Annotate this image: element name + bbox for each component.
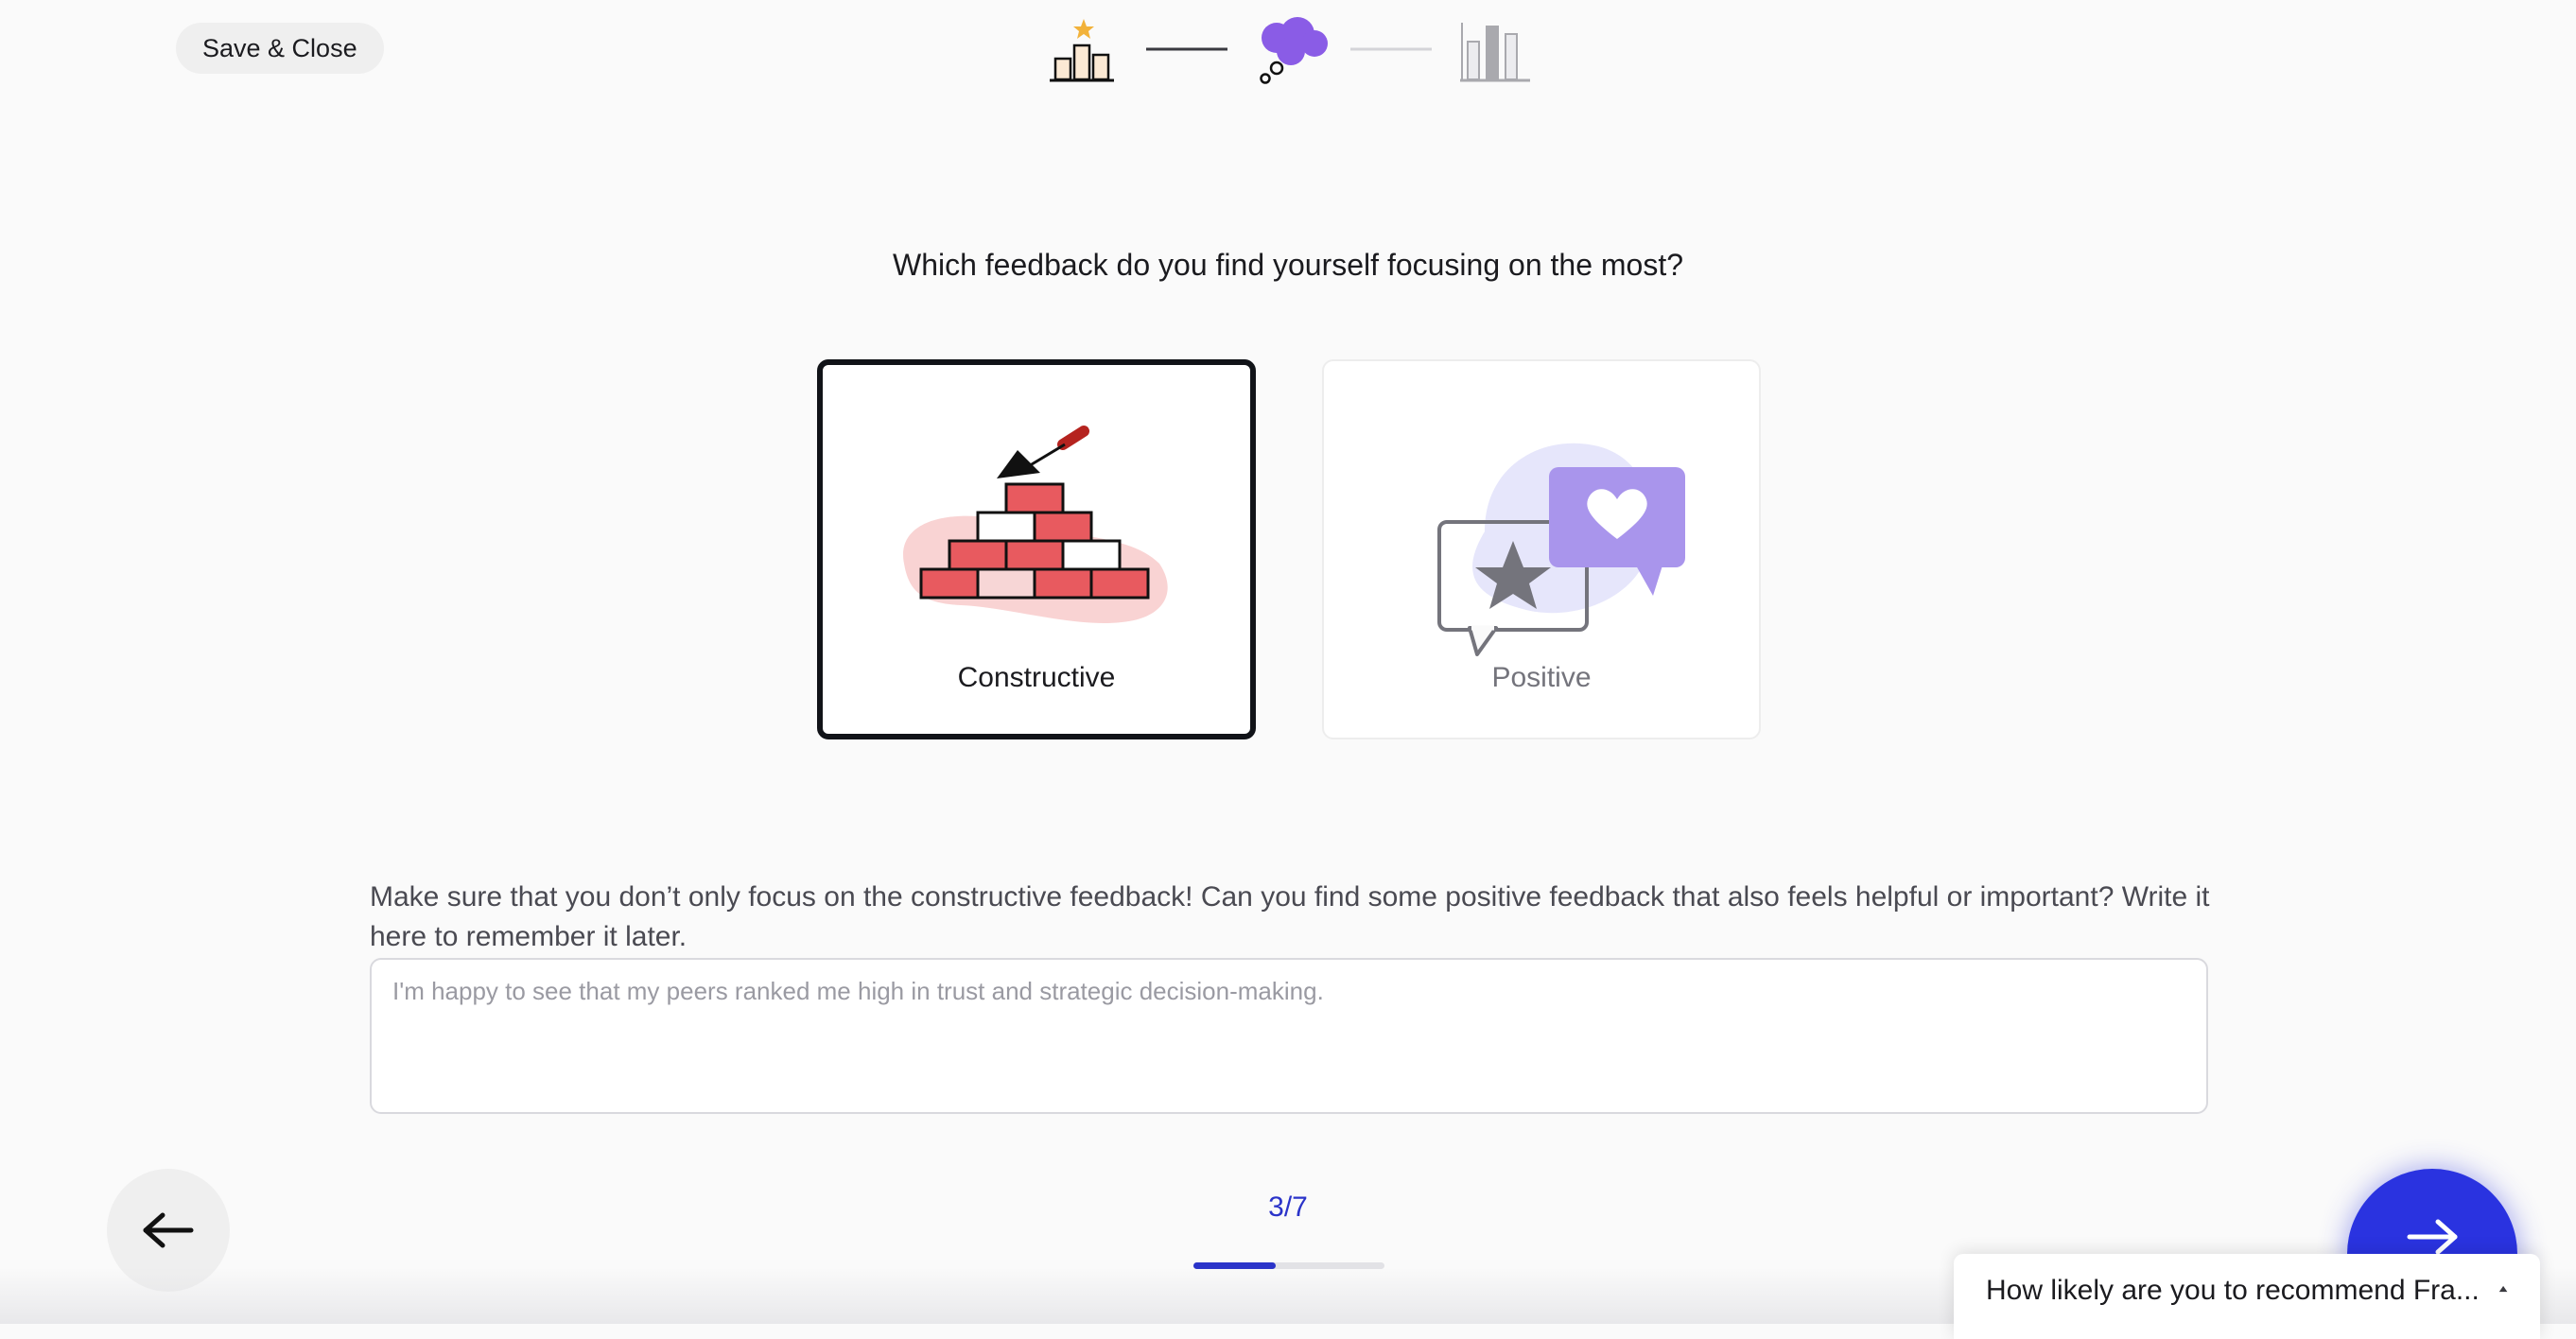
option-constructive-card[interactable]: Constructive <box>817 359 1256 739</box>
option-positive-card[interactable]: Positive <box>1322 359 1761 739</box>
thought-cloud-icon <box>1260 17 1328 84</box>
chat-bubbles-star-heart-icon <box>1324 399 1759 664</box>
survey-prompt: How likely are you to recommend Fra... <box>1986 1275 2480 1306</box>
feedback-note-input[interactable] <box>370 958 2208 1114</box>
brick-wall-trowel-icon <box>823 403 1250 668</box>
page-counter: 3/7 <box>1268 1191 1308 1223</box>
option-label: Constructive <box>957 662 1116 693</box>
arrow-left-icon <box>143 1212 194 1248</box>
option-label: Positive <box>1491 662 1592 693</box>
save-close-button[interactable]: Save & Close <box>176 23 384 74</box>
question-text: Which feedback do you find yourself focu… <box>892 248 1684 282</box>
step-indicator <box>1050 13 1541 89</box>
progress-bar-fill <box>1193 1262 1276 1269</box>
progress-bar <box>1193 1262 1384 1269</box>
instruction-text: Make sure that you don’t only focus on t… <box>370 881 2210 952</box>
arrow-right-icon <box>2407 1219 2458 1255</box>
bar-chart-icon <box>1460 23 1530 82</box>
caret-up-icon[interactable] <box>2498 1278 2508 1299</box>
back-button[interactable] <box>107 1169 230 1292</box>
podium-star-icon <box>1050 19 1114 82</box>
survey-widget[interactable]: How likely are you to recommend Fra... <box>1954 1254 2540 1339</box>
